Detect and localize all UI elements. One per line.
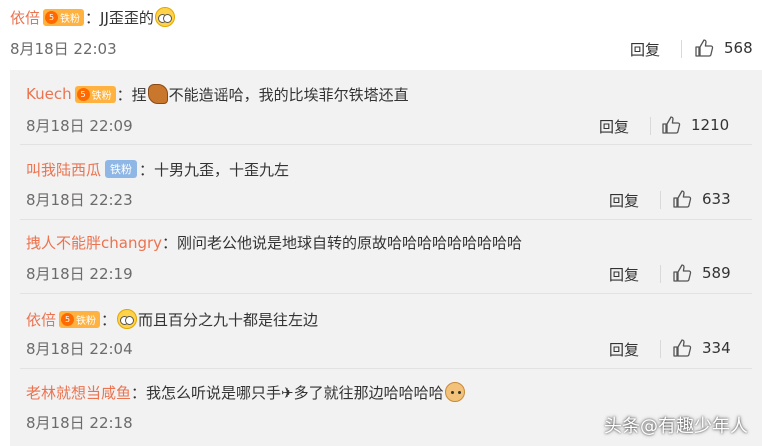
- like-button[interactable]: 589: [672, 263, 731, 283]
- reply-button[interactable]: 回复: [609, 339, 639, 360]
- commenter-name[interactable]: 叫我陆西瓜: [26, 159, 101, 180]
- commenter-name[interactable]: 依倍: [10, 7, 40, 28]
- fan-badge[interactable]: 铁粉: [105, 160, 138, 178]
- reply-text: ：我怎么听说是哪只手✈多了就往那边哈哈哈哈: [131, 383, 444, 402]
- top-comment: 依倍 5 铁粉 ：JJ歪歪的 8月18日 22:03 回复 568: [0, 0, 762, 64]
- reply-time: 8月18日 22:04: [26, 339, 133, 358]
- reply-time: 8月18日 22:23: [26, 190, 133, 209]
- reply-list: Kuech 5 铁粉 ：捏 不能造谣哈，我的比埃菲尔铁塔还直 8月18日 22:0…: [10, 70, 762, 446]
- reply-divider: [20, 368, 752, 369]
- thumbs-up-icon: [662, 116, 681, 134]
- fan-badge-label: 铁粉: [60, 13, 81, 25]
- watermark: 头条@有趣少年人: [604, 416, 748, 437]
- divider: [660, 340, 661, 358]
- reply-text: ：刚问老公他说是地球自转的原故哈哈哈哈哈哈哈哈哈: [162, 233, 523, 252]
- comment-time: 8月18日 22:03: [10, 39, 117, 58]
- reply-time: 8月18日 22:18: [26, 413, 133, 432]
- commenter-name[interactable]: 依倍: [26, 309, 56, 330]
- reply-time: 8月18日 22:09: [26, 116, 133, 135]
- reply-button[interactable]: 回复: [630, 39, 660, 60]
- glasses-emoji-icon: [117, 309, 138, 329]
- commenter-name[interactable]: Kuech: [26, 85, 72, 103]
- comment-text: ：JJ歪歪的: [85, 8, 154, 27]
- top-comment-line: 依倍 5 铁粉 ：JJ歪歪的: [10, 6, 176, 28]
- fan-level-icon: 5: [61, 312, 75, 326]
- like-count: 334: [702, 339, 731, 357]
- fan-badge-label: 铁粉: [76, 315, 97, 327]
- reply-text: 而且百分之九十都是往左边: [138, 310, 319, 329]
- divider: [681, 40, 682, 58]
- reply-divider: [20, 219, 752, 220]
- thumbs-up-icon: [673, 264, 692, 282]
- glasses-emoji-icon: [154, 7, 175, 27]
- fan-badge[interactable]: 5 铁粉: [59, 310, 101, 328]
- reply-time: 8月18日 22:19: [26, 264, 133, 283]
- divider: [660, 265, 661, 283]
- dog-emoji-icon: [444, 382, 465, 402]
- fan-badge[interactable]: 5 铁粉: [43, 8, 85, 26]
- top-comment-meta: 8月18日 22:03: [10, 37, 117, 59]
- like-button[interactable]: 568: [694, 38, 753, 58]
- thumbs-up-icon: [673, 190, 692, 208]
- thumbs-up-icon: [695, 39, 714, 57]
- like-count: 568: [724, 39, 753, 57]
- reply-divider: [20, 293, 752, 294]
- fan-level-icon: 5: [45, 10, 59, 24]
- like-button[interactable]: 334: [672, 338, 731, 358]
- divider: [660, 191, 661, 209]
- reply-text-prefix: ：捏: [116, 85, 147, 104]
- thumbs-up-icon: [673, 339, 692, 357]
- fan-badge-label: 铁粉: [91, 90, 112, 102]
- reply-text: 不能造谣哈，我的比埃菲尔铁塔还直: [168, 85, 409, 104]
- like-count: 1210: [691, 116, 730, 134]
- reply-button[interactable]: 回复: [609, 264, 639, 285]
- reply-button[interactable]: 回复: [599, 116, 629, 137]
- like-count: 633: [702, 190, 731, 208]
- reply-text-prefix: ：: [101, 310, 117, 329]
- divider: [650, 117, 651, 135]
- like-button[interactable]: 1210: [661, 115, 729, 135]
- reply-text: ：十男九歪，十歪九左: [139, 160, 290, 179]
- reply-button[interactable]: 回复: [609, 190, 639, 211]
- like-button[interactable]: 633: [672, 189, 731, 209]
- like-count: 589: [702, 264, 731, 282]
- fan-level-icon: 5: [76, 87, 90, 101]
- horse-emoji-icon: [147, 84, 168, 104]
- reply-divider: [20, 144, 752, 145]
- commenter-name[interactable]: 老林就想当咸鱼: [26, 382, 131, 403]
- commenter-name[interactable]: 拽人不能胖changry: [26, 232, 162, 253]
- fan-badge[interactable]: 5 铁粉: [74, 85, 116, 103]
